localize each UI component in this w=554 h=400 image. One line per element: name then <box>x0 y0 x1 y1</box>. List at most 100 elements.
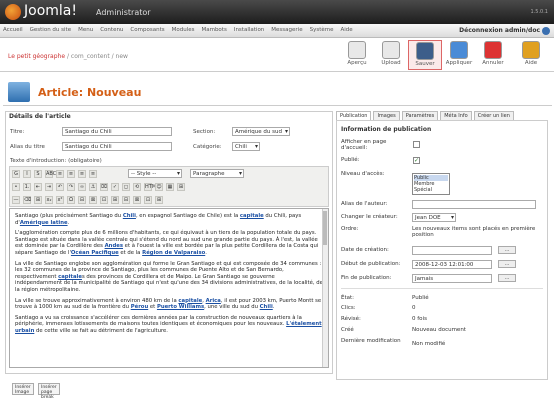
editor-tool-button[interactable]: 1. <box>23 183 31 191</box>
editor-link[interactable]: capitale <box>178 298 202 304</box>
editor-tool-button[interactable]: ⊡ <box>144 196 152 204</box>
menu-item[interactable]: Système <box>310 27 334 33</box>
editor-tool-button[interactable]: ✓ <box>111 183 119 191</box>
menu-item[interactable]: Aide <box>340 27 352 33</box>
editor-extra-button[interactable]: Insérer Image <box>12 383 34 395</box>
editor-extra-button[interactable]: Insérer page break <box>38 383 60 400</box>
publish-end-input[interactable]: Jamais <box>412 274 492 283</box>
toolbar-button-4[interactable]: Annuler <box>476 40 510 70</box>
info-separator <box>341 288 543 289</box>
tab-2[interactable]: Paramètres <box>401 111 439 120</box>
editor-tool-button[interactable]: ☺ <box>155 183 163 191</box>
published-checkbox[interactable]: ✓ <box>413 157 420 164</box>
editor-content[interactable]: Santiago (plus précisément Santiago du C… <box>9 208 329 368</box>
editor-tool-button[interactable]: G <box>12 170 20 178</box>
alias-input[interactable]: Santiago du Chili <box>62 142 172 151</box>
menu-item[interactable]: Accueil <box>3 27 23 33</box>
toolbar-button-2[interactable]: Sauver <box>408 40 442 70</box>
editor-tool-button[interactable]: ⇤ <box>34 183 42 191</box>
editor-scroll-thumb[interactable] <box>323 211 327 245</box>
editor-link[interactable]: capitale <box>58 274 82 280</box>
menu-item[interactable]: Composants <box>130 27 164 33</box>
editor-tool-button[interactable]: ≡ <box>78 170 86 178</box>
editor-tool-button[interactable]: ≡ <box>89 170 97 178</box>
editor-link[interactable]: Amérique latine <box>20 220 68 226</box>
editor-tool-button[interactable]: S <box>34 170 42 178</box>
editor-link[interactable]: capitale <box>240 213 264 219</box>
creator-select[interactable]: Jean DOE <box>412 213 456 222</box>
logout-icon[interactable] <box>542 27 550 35</box>
editor-tool-button[interactable]: I <box>23 170 31 178</box>
editor-tool-button[interactable]: ⊟ <box>122 196 130 204</box>
editor-link[interactable]: Andes <box>105 243 123 249</box>
style-select[interactable]: -- Style -- <box>128 169 182 178</box>
editor-tool-button[interactable]: ⊞ <box>111 196 119 204</box>
toolbar-button-3[interactable]: Appliquer <box>442 40 476 70</box>
editor-tool-button[interactable]: ◻ <box>122 183 130 191</box>
editor-link[interactable]: Océan Pacifique <box>71 250 119 256</box>
publish-end-button[interactable]: ... <box>498 274 516 282</box>
editor-link[interactable]: Pérou <box>131 304 149 310</box>
menu-item[interactable]: Modules <box>172 27 195 33</box>
paragraph-select[interactable]: Paragraphe <box>190 169 244 178</box>
breadcrumb-site[interactable]: Le petit géographe <box>8 53 65 60</box>
category-select[interactable]: Chili <box>232 142 260 151</box>
editor-tool-button[interactable]: ⊡ <box>100 196 108 204</box>
publish-start-button[interactable]: ... <box>498 260 516 268</box>
editor-tool-button[interactable]: ≡ <box>56 170 64 178</box>
editor-tool-button[interactable]: HTML <box>144 183 159 191</box>
editor-tool-button[interactable]: ≡ <box>67 170 75 178</box>
editor-link[interactable]: Puerto Williams <box>157 304 204 310</box>
logout-link[interactable]: Déconnexion admin/doc <box>459 27 540 34</box>
editor-tool-button[interactable]: ⌧ <box>100 183 108 191</box>
editor-tool-button[interactable]: ▦ <box>166 183 174 191</box>
editor-link[interactable]: Région de Valparaiso <box>142 250 205 256</box>
tab-1[interactable]: Images <box>373 111 400 120</box>
frontpage-checkbox[interactable] <box>413 141 420 148</box>
toolbar-button-1[interactable]: Upload <box>374 40 408 70</box>
menu-item[interactable]: Menu <box>78 27 93 33</box>
toolbar-button-0[interactable]: Aperçu <box>340 40 374 70</box>
access-level-list[interactable]: Public Membre Spécial <box>412 173 450 195</box>
editor-tool-button[interactable]: ABC <box>45 170 56 178</box>
editor-tool-button[interactable]: ⊞ <box>155 196 163 204</box>
tab-0[interactable]: Publication <box>336 111 372 120</box>
created-date-button[interactable]: ... <box>498 246 516 254</box>
editor-tool-button[interactable]: ⟲ <box>133 183 141 191</box>
tab-3[interactable]: Méta Info <box>440 111 472 120</box>
menu-item[interactable]: Contenu <box>100 27 123 33</box>
access-option[interactable]: Spécial <box>414 187 448 193</box>
section-label: Section: <box>193 129 216 135</box>
editor-tool-button[interactable]: • <box>12 183 20 191</box>
toolbar-button-5[interactable]: Aide <box>514 40 548 70</box>
menu-item[interactable]: Installation <box>234 27 264 33</box>
created-date-input[interactable] <box>412 246 492 255</box>
editor-tool-button[interactable]: ⌫ <box>23 196 31 204</box>
editor-link[interactable]: Chili <box>260 304 273 310</box>
menu-item[interactable]: Messagerie <box>271 27 302 33</box>
editor-tool-button[interactable]: x² <box>56 196 64 204</box>
editor-tool-button[interactable]: — <box>12 196 20 204</box>
editor-link[interactable]: Chili <box>123 213 136 219</box>
editor-tool-button[interactable]: Ω <box>67 196 75 204</box>
menu-item[interactable]: Mambots <box>201 27 226 33</box>
editor-link[interactable]: Arica <box>206 298 221 304</box>
title-input[interactable]: Santiago du Chili <box>62 127 172 136</box>
editor-tool-button[interactable]: ∞ <box>78 183 86 191</box>
editor-tool-button[interactable]: x₂ <box>45 196 53 204</box>
editor-tool-button[interactable]: ⊟ <box>78 196 86 204</box>
editor-tool-button[interactable]: ⊠ <box>133 196 141 204</box>
editor-link[interactable]: L'étalement urbain <box>15 321 322 334</box>
tab-4[interactable]: Créer un lien <box>473 111 514 120</box>
author-alias-input[interactable] <box>412 200 536 209</box>
editor-tool-button[interactable]: ⇥ <box>45 183 53 191</box>
editor-tool-button[interactable]: ⊞ <box>34 196 42 204</box>
section-select[interactable]: Amérique du sud <box>232 127 290 136</box>
publish-start-input[interactable]: 2008-12-03 12:01:00 <box>412 260 492 269</box>
editor-tool-button[interactable]: ↶ <box>56 183 64 191</box>
editor-tool-button[interactable]: ↷ <box>67 183 75 191</box>
editor-tool-button[interactable]: ⚓ <box>89 183 97 191</box>
editor-tool-button[interactable]: ⊠ <box>89 196 97 204</box>
menu-item[interactable]: Gestion du site <box>30 27 71 33</box>
editor-tool-button[interactable]: ⊞ <box>177 183 185 191</box>
